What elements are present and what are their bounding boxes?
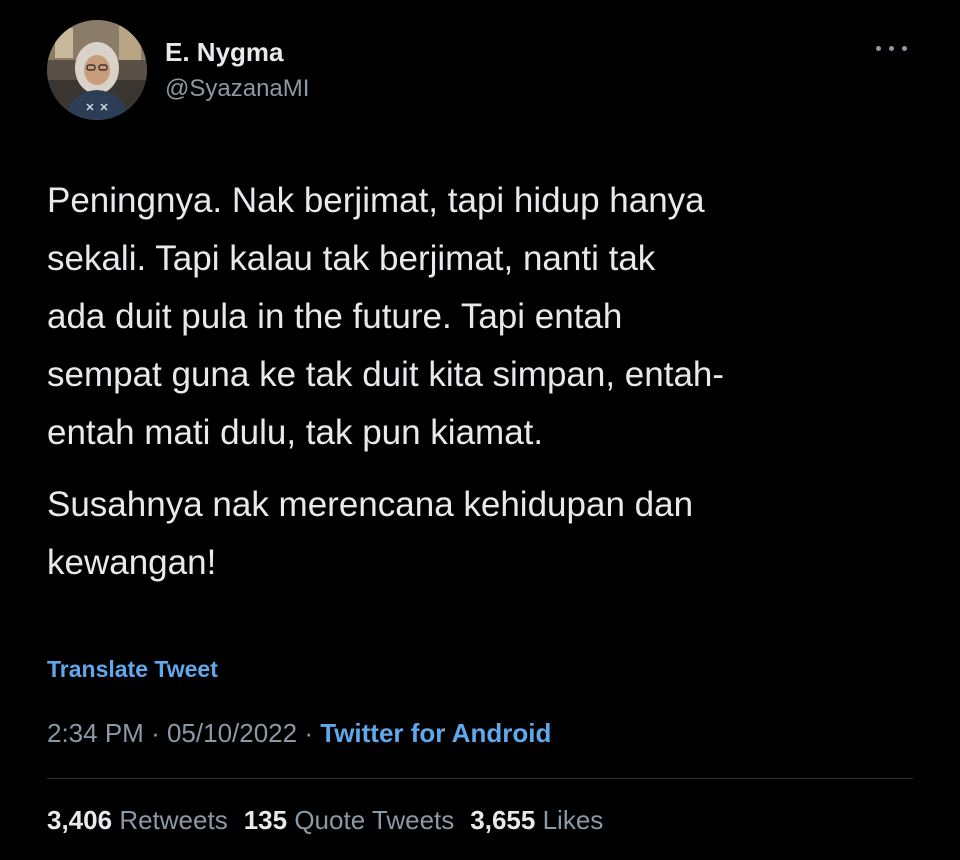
retweets-count: 3,406	[47, 805, 113, 835]
likes-stat[interactable]: 3,655 Likes	[470, 803, 603, 837]
divider	[47, 778, 913, 779]
display-name[interactable]: E. Nygma	[165, 36, 284, 68]
tweet-source-link[interactable]: Twitter for Android	[320, 718, 551, 748]
quote-tweets-count: 135	[243, 805, 288, 835]
quote-tweets-label: Quote Tweets	[294, 805, 455, 835]
meta-separator: ·	[151, 718, 160, 748]
tweet-stats: 3,406 Retweets 135 Quote Tweets 3,655 Li…	[47, 803, 619, 837]
more-horizontal-icon	[902, 46, 907, 51]
more-horizontal-icon	[889, 46, 894, 51]
likes-count: 3,655	[470, 805, 536, 835]
avatar[interactable]	[47, 20, 147, 120]
tweet-date[interactable]: 05/10/2022	[167, 718, 297, 748]
tweet-card: E. Nygma @SyazanaMI Peningnya. Nak berji…	[0, 0, 960, 860]
retweets-stat[interactable]: 3,406 Retweets	[47, 803, 228, 837]
likes-label: Likes	[542, 805, 604, 835]
more-options-button[interactable]	[872, 36, 912, 60]
meta-separator: ·	[304, 718, 314, 748]
profile-photo-icon	[47, 20, 147, 120]
tweet-metadata: 2:34 PM · 05/10/2022 · Twitter for Andro…	[47, 716, 551, 750]
tweet-text: Peningnya. Nak berjimat, tapi hidup hany…	[47, 172, 927, 592]
quote-tweets-stat[interactable]: 135 Quote Tweets	[244, 803, 455, 837]
more-horizontal-icon	[876, 46, 881, 51]
translate-tweet-link[interactable]: Translate Tweet	[47, 655, 218, 683]
tweet-paragraph: Susahnya nak merencana kehidupan dan kew…	[47, 485, 694, 582]
user-handle[interactable]: @SyazanaMI	[165, 74, 309, 104]
tweet-paragraph: Peningnya. Nak berjimat, tapi hidup hany…	[47, 181, 725, 452]
tweet-time[interactable]: 2:34 PM	[47, 718, 144, 748]
retweets-label: Retweets	[119, 805, 228, 835]
